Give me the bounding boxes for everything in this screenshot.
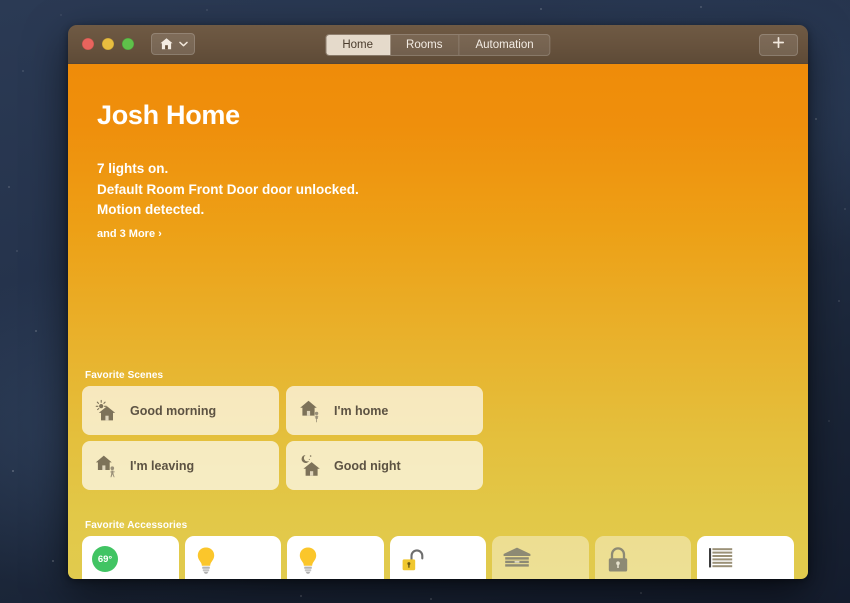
- lightbulb-icon: [297, 546, 375, 576]
- padlock-locked-icon: [605, 546, 683, 576]
- house-icon: [159, 37, 174, 51]
- wallpaper-star: [700, 6, 702, 8]
- accessory-card-office-back[interactable]: Office Back Open: [697, 536, 795, 579]
- accessory-card-back-yard-backdoor[interactable]: Back Yard Backdoor Locked: [594, 536, 692, 579]
- garage-door-icon: [502, 546, 580, 576]
- scene-label: I'm home: [334, 403, 389, 418]
- scene-label: I'm leaving: [130, 458, 195, 473]
- favorite-scenes-section: Favorite Scenes Good morning I'm home I'…: [82, 370, 492, 490]
- wallpaper-star: [300, 595, 302, 597]
- show-more-status-link[interactable]: and 3 More ›: [97, 228, 794, 240]
- wallpaper-star: [430, 598, 432, 600]
- wallpaper-star: [12, 470, 14, 472]
- favorite-scenes-label: Favorite Scenes: [85, 370, 164, 381]
- wallpaper-star: [52, 560, 54, 562]
- tab-rooms[interactable]: Rooms: [390, 35, 460, 55]
- traffic-light-controls: [82, 38, 134, 50]
- window-blinds-icon: [707, 546, 785, 576]
- home-content-pane: Josh Home 7 lights on. Default Room Fron…: [68, 64, 808, 579]
- status-line: 7 lights on.: [97, 161, 169, 176]
- close-button[interactable]: [82, 38, 94, 50]
- sunrise-house-icon: [94, 398, 120, 424]
- house-person-arrive-icon: [298, 398, 324, 424]
- chevron-down-icon: [179, 41, 188, 47]
- accessory-card-default-room-front-door[interactable]: Default Room Front Door Unlocked: [389, 536, 487, 579]
- home-selector-button[interactable]: [151, 33, 195, 55]
- favorite-scenes-grid: Good morning I'm home I'm leaving Good n…: [82, 386, 492, 490]
- scene-label: Good morning: [130, 403, 217, 418]
- thermostat-badge: 69°: [92, 546, 170, 576]
- wallpaper-star: [35, 330, 37, 332]
- favorite-accessories-label: Favorite Accessories: [85, 520, 188, 531]
- window-titlebar: Home Rooms Automation: [68, 25, 808, 64]
- add-accessory-button[interactable]: [759, 34, 798, 56]
- moon-house-icon: [298, 453, 324, 479]
- status-line: Default Room Front Door door unlocked.: [97, 181, 359, 197]
- page-title: Josh Home: [97, 100, 240, 130]
- wallpaper-star: [640, 592, 642, 594]
- home-status-block: Josh Home 7 lights on. Default Room Fron…: [82, 64, 794, 240]
- zoom-button[interactable]: [122, 38, 134, 50]
- wallpaper-star: [22, 70, 24, 72]
- wallpaper-star: [838, 300, 840, 302]
- view-segmented-control[interactable]: Home Rooms Automation: [325, 34, 551, 56]
- scene-card-good-morning[interactable]: Good morning: [82, 386, 279, 435]
- scene-card-im-leaving[interactable]: I'm leaving: [82, 441, 279, 490]
- scene-label: Good night: [334, 458, 401, 473]
- accessory-card-living-room-hue-color-lamp[interactable]: Living Room Hue color la... 100%: [184, 536, 282, 579]
- home-app-window: Home Rooms Automation Josh Home 7 lights…: [68, 25, 808, 579]
- wallpaper-star: [844, 208, 846, 210]
- minimize-button[interactable]: [102, 38, 114, 50]
- wallpaper-star: [16, 250, 18, 252]
- tab-home[interactable]: Home: [326, 35, 391, 55]
- wallpaper-star: [60, 14, 62, 16]
- lightbulb-icon: [195, 546, 273, 576]
- wallpaper-star: [815, 118, 817, 120]
- plus-icon: [772, 36, 785, 54]
- accessory-card-basement-hue-lightstrip[interactable]: Basement Hue lightstr... 100%: [287, 536, 384, 579]
- accessory-card-default-room-home[interactable]: 69° Default Room Home Heat to 69°: [82, 536, 179, 579]
- wallpaper-star: [206, 9, 208, 11]
- scene-card-im-home[interactable]: I'm home: [286, 386, 483, 435]
- padlock-unlocked-icon: [400, 546, 478, 576]
- scene-card-good-night[interactable]: Good night: [286, 441, 483, 490]
- wallpaper-star: [828, 420, 830, 422]
- house-person-leave-icon: [94, 453, 120, 479]
- temperature-value: 69°: [92, 546, 118, 572]
- status-summary-list: 7 lights on. Default Room Front Door doo…: [97, 159, 794, 221]
- favorite-accessories-section: Favorite Accessories 69° Default Room Ho…: [82, 520, 795, 579]
- tab-automation[interactable]: Automation: [459, 35, 549, 55]
- accessory-card-garage-door[interactable]: Garage Door Closed: [492, 536, 589, 579]
- status-line: Motion detected.: [97, 202, 205, 217]
- favorite-accessories-row: 69° Default Room Home Heat to 69°: [82, 536, 795, 579]
- wallpaper-star: [8, 186, 10, 188]
- wallpaper-star: [540, 8, 542, 10]
